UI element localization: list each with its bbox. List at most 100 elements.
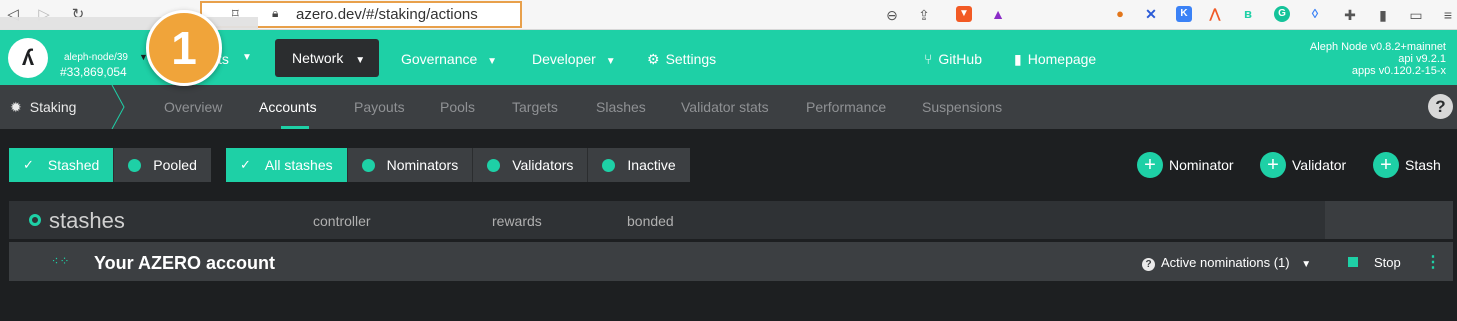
extension-icon-a[interactable]: ⋀ xyxy=(1207,6,1223,22)
filter-nominators-label: Nominators xyxy=(386,157,459,173)
table-title: stashes xyxy=(29,208,125,234)
dot-icon xyxy=(128,158,142,172)
plus-icon: + xyxy=(1260,152,1286,178)
active-tab-indicator xyxy=(281,126,309,129)
menu-homepage[interactable]: ▮ Homepage xyxy=(1014,51,1096,68)
section-title: Staking xyxy=(29,99,77,115)
filter-pooled[interactable]: Pooled xyxy=(114,148,211,182)
chevron-down-icon: ▼ xyxy=(605,56,616,67)
dot-icon xyxy=(487,158,501,172)
add-nominator-label: Nominator xyxy=(1169,157,1234,173)
stop-label: Stop xyxy=(1374,255,1401,270)
node-version: Aleph Node v0.8.2+mainnet xyxy=(1309,41,1446,53)
k-extension-icon[interactable]: K xyxy=(1176,6,1192,22)
block-number: #33,869,054 xyxy=(60,65,127,79)
brave-rewards-icon[interactable]: ▲ xyxy=(990,6,1006,22)
add-stash-button[interactable]: + Stash xyxy=(1373,152,1441,178)
section-staking: ✹ Staking xyxy=(10,99,76,116)
stashes-table-header: stashes controller rewards bonded xyxy=(9,201,1453,239)
table-row: ⁖⁘ Your AZERO account ? Active nomination… xyxy=(9,242,1453,281)
role-filter: ✓ All stashes Nominators Validators Inact… xyxy=(226,148,690,182)
tab-pools[interactable]: Pools xyxy=(440,99,475,115)
aleph-logo-icon[interactable]: ʎ xyxy=(8,38,48,78)
add-nominator-button[interactable]: + Nominator xyxy=(1137,152,1234,178)
bird-extension-icon[interactable]: ✕ xyxy=(1143,6,1159,22)
chevron-down-icon: ▼ xyxy=(1301,259,1312,270)
menu-settings-label: Settings xyxy=(665,51,717,67)
tab-targets[interactable]: Targets xyxy=(512,99,558,115)
gears-icon: ⚙ xyxy=(647,51,660,67)
filter-all-stashes[interactable]: ✓ All stashes xyxy=(226,148,348,182)
stop-button[interactable]: Stop xyxy=(1348,255,1401,270)
question-icon: ? xyxy=(1142,258,1155,271)
add-validator-label: Validator xyxy=(1292,157,1347,173)
check-icon: ✓ xyxy=(240,157,251,172)
menu-icon[interactable]: ≡ xyxy=(1438,5,1457,25)
menu-github-label: GitHub xyxy=(938,51,982,67)
menu-developer[interactable]: Developer ▼ xyxy=(532,51,616,67)
step-badge: 1 xyxy=(146,10,222,86)
filter-inactive[interactable]: Inactive xyxy=(588,148,690,182)
extension-icon-b[interactable]: ʙ xyxy=(1240,6,1256,22)
tab-suspensions[interactable]: Suspensions xyxy=(922,99,1002,115)
filter-nominators[interactable]: Nominators xyxy=(347,148,474,182)
menu-network[interactable]: Network ▼ xyxy=(275,39,379,77)
url-text[interactable]: azero.dev/#/staking/actions xyxy=(296,6,478,23)
drop-extension-icon[interactable]: ◊ xyxy=(1307,6,1323,22)
filter-validators[interactable]: Validators xyxy=(473,148,589,182)
filter-all-stashes-label: All stashes xyxy=(264,157,333,173)
tab-overview[interactable]: Overview xyxy=(164,99,222,115)
filter-stashed[interactable]: ✓ Stashed xyxy=(9,148,115,182)
tab-accounts[interactable]: Accounts xyxy=(259,99,317,115)
sidebar-icon[interactable]: ▮ xyxy=(1373,5,1393,25)
brave-shield-icon[interactable]: ▼ xyxy=(956,6,972,22)
check-icon: ✓ xyxy=(23,157,34,172)
tab-slashes[interactable]: Slashes xyxy=(596,99,646,115)
column-bonded: bonded xyxy=(627,213,674,229)
more-options-icon[interactable]: ⋮ xyxy=(1425,252,1441,272)
share-icon[interactable]: ⇪ xyxy=(914,5,934,25)
help-icon[interactable]: ? xyxy=(1428,94,1453,119)
menu-governance-label: Governance xyxy=(401,51,478,67)
tab-performance[interactable]: Performance xyxy=(806,99,886,115)
metamask-icon[interactable]: ● xyxy=(1112,6,1128,22)
wallet-icon[interactable]: ▭ xyxy=(1406,5,1426,25)
tab-payouts[interactable]: Payouts xyxy=(354,99,405,115)
circle-icon xyxy=(29,214,41,226)
stop-icon xyxy=(1348,257,1358,267)
lock-icon: 🔒︎ xyxy=(272,6,279,20)
branch-icon: ⑂ xyxy=(924,51,933,67)
active-nominations-dropdown[interactable]: ? Active nominations (1) ▼ xyxy=(1142,255,1311,271)
table-title-label: stashes xyxy=(49,208,125,233)
menu-homepage-label: Homepage xyxy=(1027,51,1097,67)
menu-github[interactable]: ⑂ GitHub xyxy=(924,51,982,67)
account-name[interactable]: Your AZERO account xyxy=(94,253,275,274)
tab-validator-stats[interactable]: Validator stats xyxy=(681,99,769,115)
column-controller: controller xyxy=(313,213,371,229)
header-shade xyxy=(1325,201,1453,239)
puzzle-icon[interactable]: ✚ xyxy=(1340,5,1360,25)
api-version: api v9.2.1 xyxy=(1398,53,1446,65)
filter-validators-label: Validators xyxy=(512,157,574,173)
staking-subnav: ✹ Staking Overview Accounts Payouts Pools… xyxy=(0,85,1457,129)
chevron-down-icon: ▼ xyxy=(487,56,498,67)
dot-icon xyxy=(361,158,375,172)
add-stash-label: Stash xyxy=(1405,157,1441,173)
chevron-down-icon: ▼ xyxy=(355,55,366,66)
node-name[interactable]: aleph-node/39 xyxy=(64,52,128,63)
add-validator-button[interactable]: + Validator xyxy=(1260,152,1346,178)
type-filter: ✓ Stashed Pooled xyxy=(9,148,211,182)
plus-icon: + xyxy=(1137,152,1163,178)
menu-network-label: Network xyxy=(292,50,344,66)
menu-developer-label: Developer xyxy=(532,51,596,67)
identicon-icon[interactable]: ⁖⁘ xyxy=(51,251,71,271)
column-rewards: rewards xyxy=(492,213,542,229)
apps-version: apps v0.120.2-15-x xyxy=(1351,65,1446,77)
plus-icon: + xyxy=(1373,152,1399,178)
menu-governance[interactable]: Governance ▼ xyxy=(401,51,497,67)
filter-pooled-label: Pooled xyxy=(153,157,197,173)
menu-settings[interactable]: ⚙ Settings xyxy=(647,51,716,68)
grammarly-icon[interactable]: G xyxy=(1274,6,1290,22)
chevron-down-icon[interactable]: ▼ xyxy=(242,52,252,63)
zoom-icon[interactable]: ⊖ xyxy=(882,5,902,25)
